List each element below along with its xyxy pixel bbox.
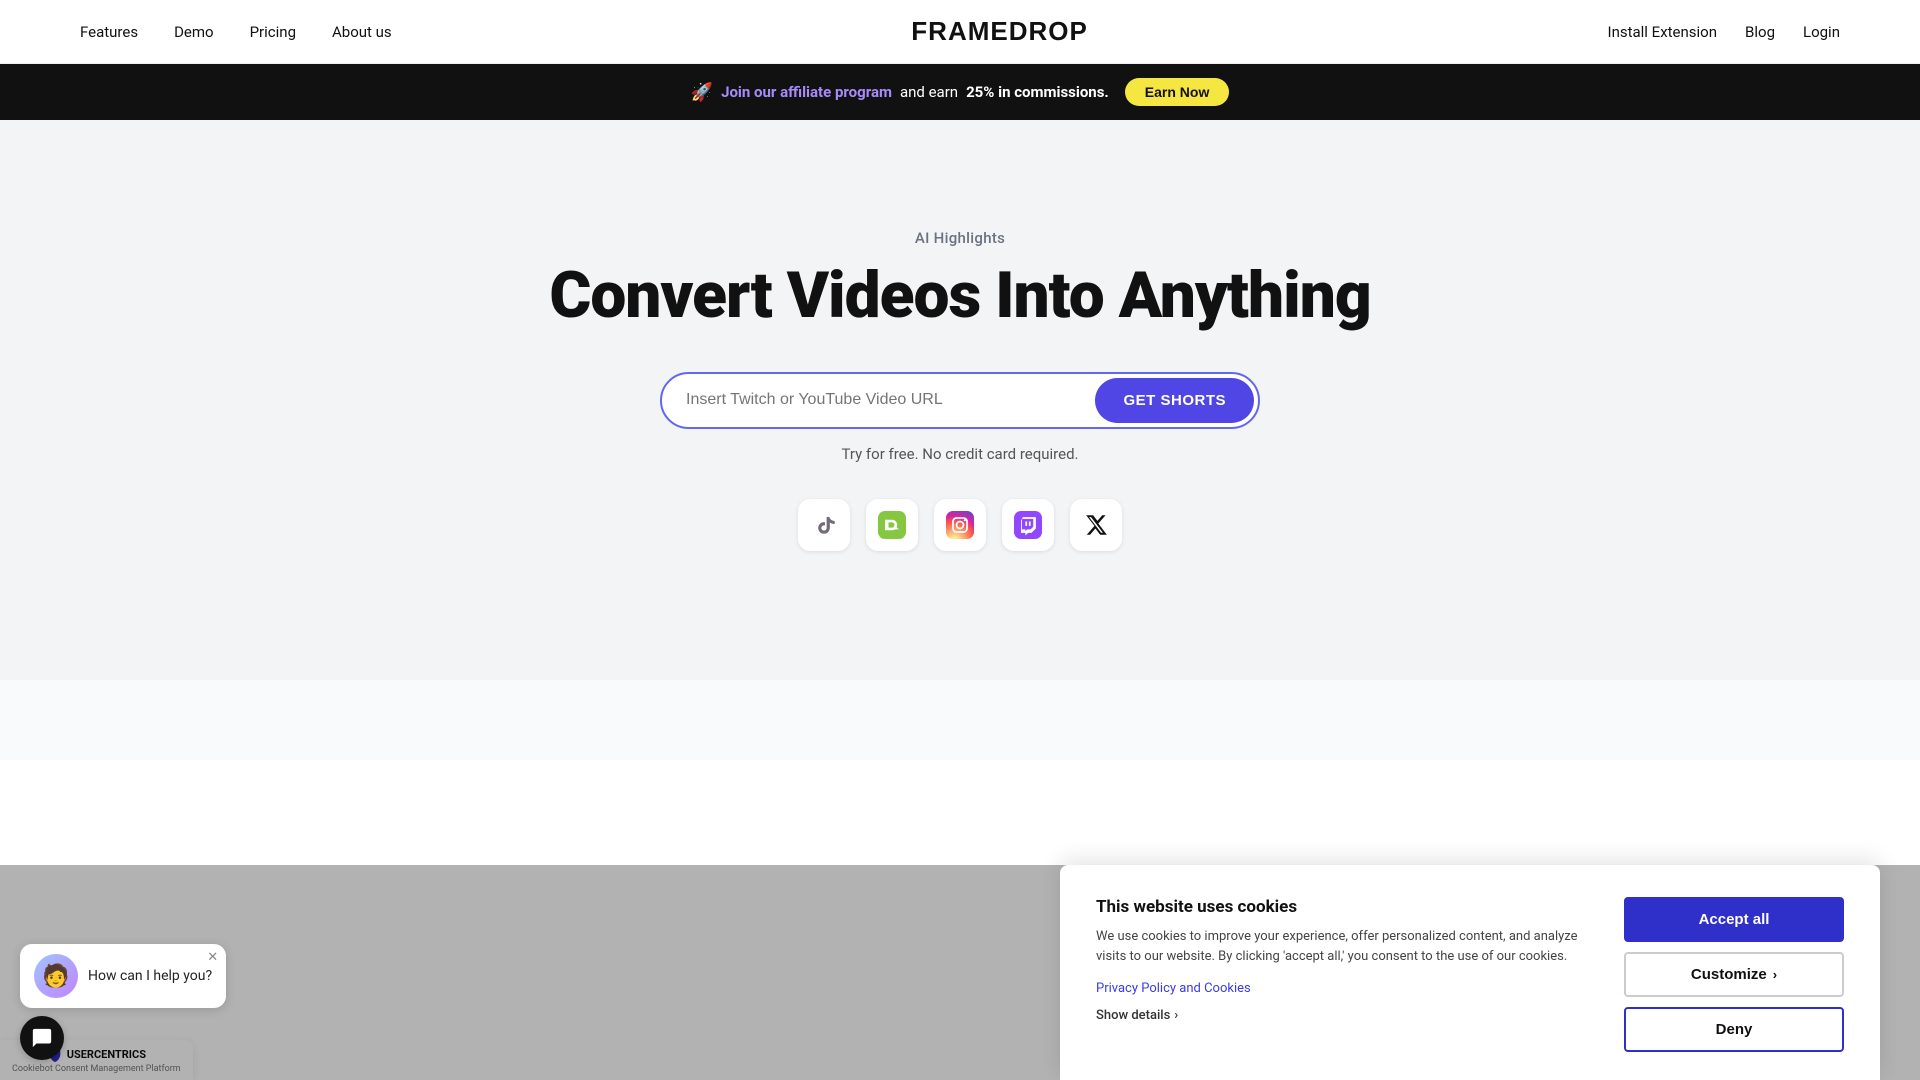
site-logo[interactable]: FRAMEDROP (911, 16, 1088, 47)
affiliate-banner: 🚀 Join our affiliate program and earn 25… (0, 64, 1920, 120)
chat-message: How can I help you? (88, 968, 212, 984)
cookie-text-section: This website uses cookies We use cookies… (1096, 897, 1584, 1023)
instagram-icon[interactable] (934, 499, 986, 551)
nav-login[interactable]: Login (1803, 23, 1840, 41)
deny-button[interactable]: Deny (1624, 1007, 1844, 1052)
banner-commission-text: 25% in commissions. (966, 83, 1109, 101)
nav-links-right: Install Extension Blog Login (1607, 23, 1840, 41)
chat-widget: 🧑 How can I help you? ✕ (20, 944, 226, 1060)
privacy-policy-link[interactable]: Privacy Policy and Cookies (1096, 981, 1251, 996)
hero-caption: Try for free. No credit card required. (842, 445, 1079, 463)
nav-links-left: Features Demo Pricing About us (80, 23, 392, 41)
cookie-title: This website uses cookies (1096, 897, 1584, 917)
rocket-icon: 🚀 (691, 82, 713, 103)
nav-about[interactable]: About us (332, 23, 392, 41)
customize-button[interactable]: Customize › (1624, 952, 1844, 997)
cookie-overlay: This website uses cookies We use cookies… (0, 865, 1920, 1080)
banner-middle-text: and earn (900, 83, 958, 101)
cookie-buttons: Accept all Customize › Deny (1624, 897, 1844, 1052)
show-details-label: Show details (1096, 1008, 1170, 1023)
earn-now-button[interactable]: Earn Now (1125, 78, 1230, 106)
twitch-icon[interactable] (1002, 499, 1054, 551)
chevron-right-icon-customize: › (1773, 967, 1777, 982)
url-search-bar: GET SHORTS (660, 372, 1260, 429)
show-details-link[interactable]: Show details › (1096, 1008, 1584, 1023)
chevron-right-icon: › (1174, 1008, 1178, 1023)
customize-label: Customize (1691, 966, 1767, 983)
nav-pricing[interactable]: Pricing (250, 23, 296, 41)
affiliate-link[interactable]: Join our affiliate program (721, 83, 892, 101)
cookie-content: This website uses cookies We use cookies… (1096, 897, 1844, 1052)
navbar: Features Demo Pricing About us FRAMEDROP… (0, 0, 1920, 64)
nav-features[interactable]: Features (80, 23, 138, 41)
x-twitter-icon[interactable] (1070, 499, 1122, 551)
cookie-description: We use cookies to improve your experienc… (1096, 927, 1584, 967)
chat-avatar: 🧑 (34, 954, 78, 998)
chat-bubble: 🧑 How can I help you? ✕ (20, 944, 226, 1008)
chat-open-button[interactable] (20, 1016, 64, 1060)
cookie-banner: This website uses cookies We use cookies… (1060, 865, 1880, 1080)
social-icons-row (798, 499, 1122, 551)
below-hero-section (0, 680, 1920, 760)
nav-blog[interactable]: Blog (1745, 23, 1775, 41)
nav-demo[interactable]: Demo (174, 23, 214, 41)
hero-sub-label: AI Highlights (915, 229, 1005, 247)
video-url-input[interactable] (662, 375, 1091, 425)
chat-close-button[interactable]: ✕ (207, 950, 218, 965)
rumble-icon[interactable] (866, 499, 918, 551)
tiktok-icon[interactable] (798, 499, 850, 551)
hero-title: Convert Videos Into Anything (549, 261, 1370, 331)
accept-all-button[interactable]: Accept all (1624, 897, 1844, 942)
nav-install-extension[interactable]: Install Extension (1607, 23, 1717, 41)
get-shorts-button[interactable]: GET SHORTS (1095, 378, 1254, 423)
hero-section: AI Highlights Convert Videos Into Anythi… (0, 120, 1920, 680)
